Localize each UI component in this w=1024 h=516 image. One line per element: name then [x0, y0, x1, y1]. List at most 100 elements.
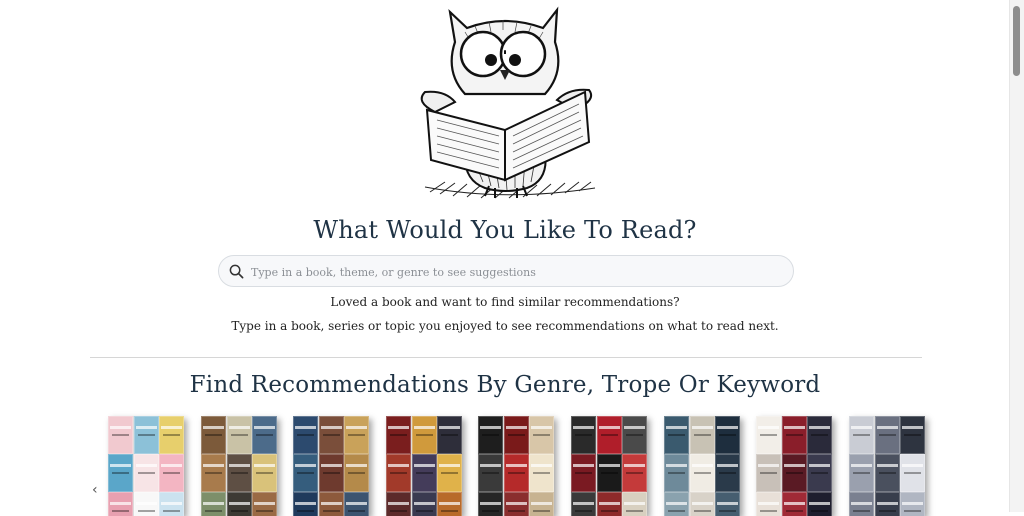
- book-cover-thumbnail: [344, 492, 369, 516]
- book-cover-thumbnail: [807, 454, 832, 492]
- search-input[interactable]: [249, 260, 773, 284]
- book-cover-thumbnail: [664, 454, 689, 492]
- book-cover-thumbnail: [900, 492, 925, 516]
- book-cover-thumbnail: [503, 454, 529, 492]
- book-cover-thumbnail: [411, 492, 437, 516]
- reading-owl-illustration: [420, 6, 596, 199]
- book-cover-thumbnail: [571, 416, 596, 454]
- book-cover-thumbnail: [664, 416, 689, 454]
- book-cover-thumbnail: [344, 454, 369, 492]
- book-cover-thumbnail: [133, 416, 159, 454]
- book-cover-thumbnail: [849, 492, 874, 516]
- intro-text-line-2: Type in a book, series or topic you enjo…: [231, 319, 779, 333]
- book-cover-thumbnail: [201, 416, 226, 454]
- genre-card[interactable]: [478, 416, 554, 516]
- book-cover-thumbnail: [900, 454, 925, 492]
- intro-text-line-1: Loved a book and want to find similar re…: [330, 295, 680, 309]
- book-cover-thumbnail: [715, 492, 740, 516]
- book-cover-thumbnail: [252, 454, 277, 492]
- book-cover-thumbnail: [622, 416, 647, 454]
- book-cover-thumbnail: [529, 454, 554, 492]
- book-cover-thumbnail: [344, 416, 369, 454]
- book-cover-thumbnail: [622, 492, 647, 516]
- book-cover-thumbnail: [874, 492, 900, 516]
- book-cover-thumbnail: [571, 454, 596, 492]
- book-cover-thumbnail: [386, 416, 411, 454]
- book-cover-thumbnail: [756, 492, 781, 516]
- genre-card[interactable]: [201, 416, 277, 516]
- book-cover-thumbnail: [689, 492, 715, 516]
- book-cover-thumbnail: [596, 492, 622, 516]
- book-cover-thumbnail: [756, 416, 781, 454]
- book-cover-thumbnail: [293, 492, 318, 516]
- book-cover-thumbnail: [437, 454, 462, 492]
- book-cover-thumbnail: [201, 454, 226, 492]
- book-cover-thumbnail: [715, 454, 740, 492]
- book-cover-thumbnail: [318, 416, 344, 454]
- book-cover-thumbnail: [503, 492, 529, 516]
- genre-card[interactable]: [571, 416, 647, 516]
- book-cover-thumbnail: [226, 416, 252, 454]
- book-cover-thumbnail: [226, 454, 252, 492]
- section-divider: [90, 357, 922, 358]
- scrollbar-thumb[interactable]: [1013, 6, 1020, 76]
- book-cover-thumbnail: [849, 454, 874, 492]
- book-cover-thumbnail: [108, 416, 133, 454]
- book-cover-thumbnail: [318, 454, 344, 492]
- genre-card[interactable]: [849, 416, 925, 516]
- book-cover-thumbnail: [318, 492, 344, 516]
- book-cover-thumbnail: [386, 454, 411, 492]
- genre-card[interactable]: [386, 416, 462, 516]
- book-cover-thumbnail: [756, 454, 781, 492]
- book-cover-thumbnail: [108, 492, 133, 516]
- book-cover-thumbnail: [781, 416, 807, 454]
- book-cover-thumbnail: [900, 416, 925, 454]
- book-cover-thumbnail: [411, 416, 437, 454]
- book-cover-thumbnail: [571, 492, 596, 516]
- book-cover-thumbnail: [478, 454, 503, 492]
- genre-card[interactable]: [664, 416, 740, 516]
- book-cover-thumbnail: [849, 416, 874, 454]
- book-cover-thumbnail: [689, 454, 715, 492]
- page-scrollbar[interactable]: [1009, 0, 1024, 512]
- book-cover-thumbnail: [503, 416, 529, 454]
- book-cover-thumbnail: [807, 492, 832, 516]
- book-cover-thumbnail: [159, 492, 184, 516]
- search-bar[interactable]: [218, 255, 794, 287]
- carousel-prev-arrow-icon[interactable]: ‹: [92, 482, 98, 498]
- hero-title: What Would You Like To Read?: [313, 216, 697, 244]
- book-cover-thumbnail: [108, 454, 133, 492]
- book-cover-thumbnail: [622, 454, 647, 492]
- book-cover-thumbnail: [133, 492, 159, 516]
- book-cover-thumbnail: [715, 416, 740, 454]
- book-cover-thumbnail: [411, 454, 437, 492]
- genre-section-title: Find Recommendations By Genre, Trope Or …: [189, 372, 821, 398]
- book-cover-thumbnail: [293, 416, 318, 454]
- book-cover-thumbnail: [529, 492, 554, 516]
- book-cover-thumbnail: [781, 454, 807, 492]
- book-cover-thumbnail: [664, 492, 689, 516]
- search-icon: [229, 264, 244, 279]
- book-cover-thumbnail: [874, 416, 900, 454]
- book-cover-thumbnail: [807, 416, 832, 454]
- book-cover-thumbnail: [437, 492, 462, 516]
- book-cover-thumbnail: [133, 454, 159, 492]
- book-cover-thumbnail: [529, 416, 554, 454]
- book-cover-thumbnail: [386, 492, 411, 516]
- book-cover-thumbnail: [226, 492, 252, 516]
- book-cover-thumbnail: [781, 492, 807, 516]
- book-cover-thumbnail: [293, 454, 318, 492]
- book-cover-thumbnail: [478, 416, 503, 454]
- book-cover-thumbnail: [159, 454, 184, 492]
- genre-card[interactable]: [293, 416, 369, 516]
- book-cover-thumbnail: [252, 492, 277, 516]
- book-cover-thumbnail: [689, 416, 715, 454]
- book-cover-thumbnail: [201, 492, 226, 516]
- book-cover-thumbnail: [596, 416, 622, 454]
- book-cover-thumbnail: [596, 454, 622, 492]
- genre-card[interactable]: [108, 416, 184, 516]
- book-cover-thumbnail: [252, 416, 277, 454]
- book-cover-thumbnail: [874, 454, 900, 492]
- genre-card[interactable]: [756, 416, 832, 516]
- book-cover-thumbnail: [437, 416, 462, 454]
